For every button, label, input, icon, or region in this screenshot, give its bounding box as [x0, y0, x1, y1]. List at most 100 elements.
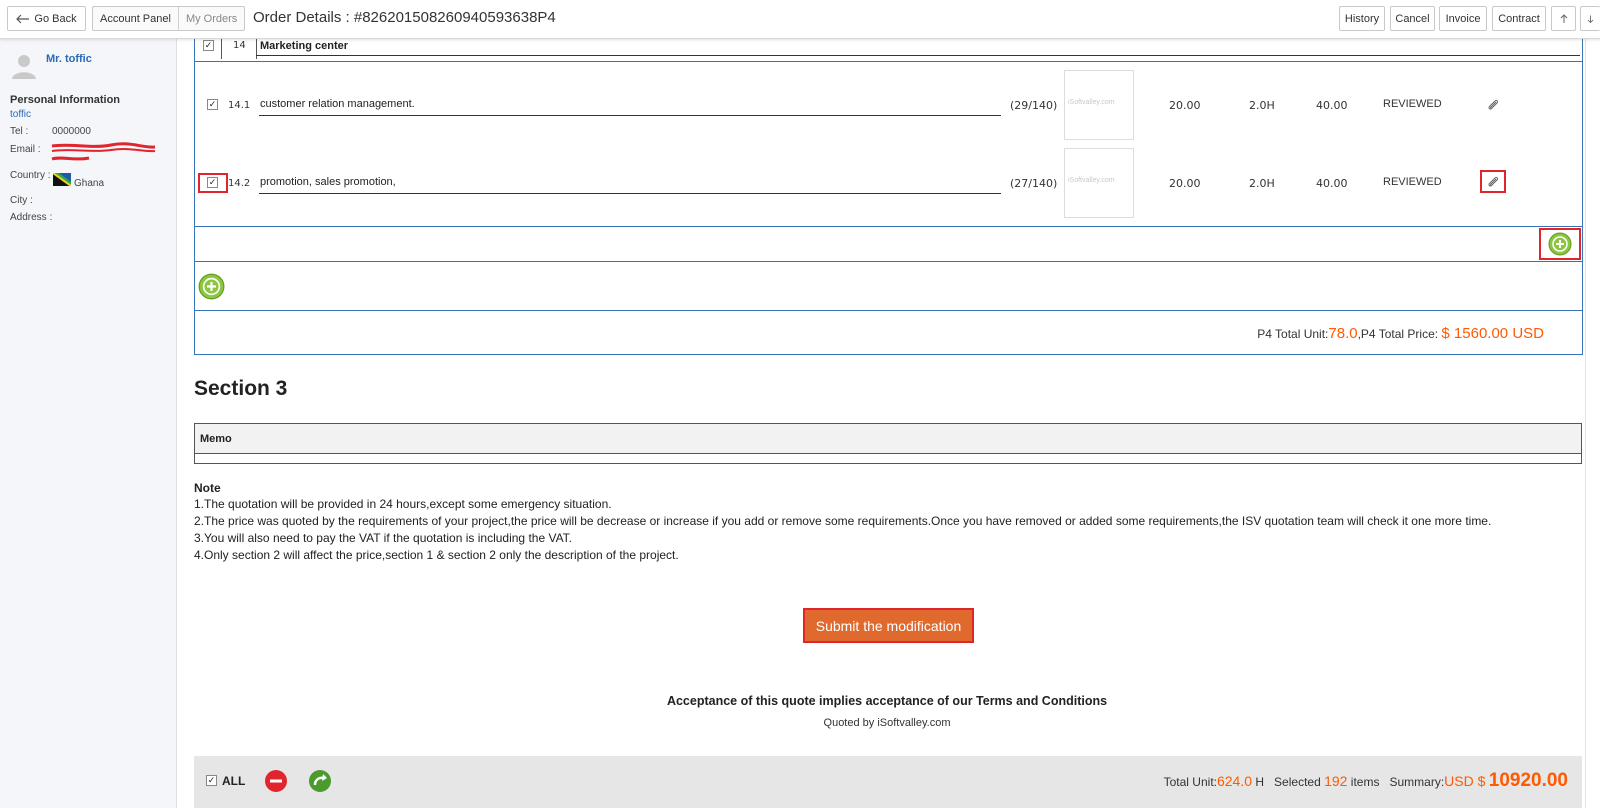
- status-badge: REVIEWED: [1383, 98, 1442, 110]
- email-label: Email :: [10, 144, 41, 155]
- p4-totals: P4 Total Unit:78.0,P4 Total Price: $ 156…: [1257, 325, 1544, 342]
- selected-value: 192: [1324, 773, 1348, 789]
- note-line: 3.You will also need to pay the VAT if t…: [194, 531, 573, 545]
- bottom-summary-bar: ✓ ALL Total Unit:624.0 H Selected 192 it…: [194, 756, 1582, 808]
- divider: [195, 226, 1583, 227]
- item-description-field[interactable]: promotion, sales promotion,: [260, 176, 396, 188]
- paperclip-icon[interactable]: [1486, 175, 1500, 189]
- summary-currency: USD $: [1444, 773, 1486, 789]
- contract-button[interactable]: Contract: [1492, 6, 1546, 31]
- breadcrumb: Account Panel My Orders: [92, 6, 246, 31]
- p4-total-unit-label: P4 Total Unit:: [1257, 327, 1329, 341]
- page-title-prefix: Order Details :: [253, 9, 354, 26]
- user-name-link[interactable]: Mr. toffic: [46, 53, 92, 65]
- note-line: 4.Only section 2 will affect the price,s…: [194, 548, 679, 562]
- tel-value: 0000000: [52, 126, 91, 137]
- summary-label: Summary:: [1389, 775, 1445, 789]
- go-back-label: Go Back: [34, 12, 77, 25]
- top-toolbar: Go Back Account Panel My Orders Order De…: [0, 0, 1600, 39]
- memo-header: Memo: [194, 423, 1582, 454]
- user-sidebar: Mr. toffic Personal Information toffic T…: [0, 39, 177, 808]
- amount: 40.00: [1316, 177, 1348, 190]
- hours: 2.0H: [1249, 177, 1275, 190]
- p4-requirements-table: [194, 39, 1583, 355]
- personal-info-title: Personal Information: [10, 94, 121, 106]
- submit-modification-button[interactable]: Submit the modification: [803, 608, 974, 643]
- item-image-thumbnail[interactable]: iSoftvalley.com: [1064, 70, 1134, 140]
- cancel-button[interactable]: Cancel: [1390, 6, 1435, 31]
- divider: [256, 39, 257, 59]
- breadcrumb-account-panel[interactable]: Account Panel: [93, 7, 179, 30]
- divider: [259, 193, 1001, 194]
- item-14-2-checkbox[interactable]: ✓: [207, 177, 218, 188]
- tel-label: Tel :: [10, 126, 29, 137]
- redo-icon[interactable]: [308, 769, 332, 793]
- order-id: #826201508260940593638P4: [353, 9, 556, 26]
- invoice-button[interactable]: Invoice: [1439, 6, 1487, 31]
- memo-label: Memo: [200, 433, 232, 445]
- go-back-button[interactable]: Go Back: [7, 6, 86, 31]
- note-line: 2.The price was quoted by the requiremen…: [194, 514, 1492, 528]
- item-14-1-checkbox[interactable]: ✓: [207, 99, 218, 110]
- unit-price: 20.00: [1169, 99, 1201, 112]
- arrow-up-icon: [1560, 13, 1567, 23]
- selected-label: Selected: [1274, 775, 1321, 789]
- history-button[interactable]: History: [1339, 6, 1385, 31]
- add-section-icon[interactable]: [198, 273, 225, 300]
- city-label: City :: [10, 195, 33, 206]
- divider: [195, 261, 1583, 262]
- breadcrumb-my-orders[interactable]: My Orders: [179, 7, 244, 30]
- item-image-thumbnail[interactable]: iSoftvalley.com: [1064, 148, 1134, 218]
- avatar: [12, 55, 36, 79]
- total-unit-label: Total Unit:: [1163, 775, 1217, 789]
- select-all-checkbox[interactable]: ✓: [206, 775, 217, 786]
- paperclip-icon[interactable]: [1486, 98, 1500, 112]
- thumb-logo: iSoftvalley.com: [1068, 177, 1115, 184]
- thumb-logo: iSoftvalley.com: [1068, 99, 1115, 106]
- item-number: 14.2: [228, 178, 251, 189]
- items-label: items: [1350, 775, 1380, 789]
- select-all-label: ALL: [222, 774, 246, 788]
- memo-field[interactable]: [194, 454, 1582, 464]
- hours: 2.0H: [1249, 99, 1275, 112]
- page-title: Order Details : #826201508260940593638P4: [253, 9, 556, 26]
- quoted-by-text: Quoted by iSoftvalley.com: [823, 717, 951, 729]
- note-title: Note: [194, 481, 221, 495]
- section-14-checkbox[interactable]: ✓: [203, 40, 214, 51]
- amount: 40.00: [1316, 99, 1348, 112]
- divider: [195, 61, 1583, 62]
- arrow-down-icon: [1587, 15, 1594, 23]
- char-count: (27/140): [1010, 177, 1058, 190]
- personal-info-name[interactable]: toffic: [10, 109, 31, 120]
- section-number: 14: [233, 40, 246, 51]
- add-item-icon[interactable]: [1548, 232, 1572, 256]
- unit-price: 20.00: [1169, 177, 1201, 190]
- scroll-up-button[interactable]: [1551, 6, 1576, 31]
- summary-value: 10920.00: [1488, 770, 1568, 791]
- p4-total-price-label: ,P4 Total Price:: [1357, 327, 1439, 341]
- country-label: Country :: [10, 170, 51, 181]
- divider: [195, 310, 1583, 311]
- order-summary: Total Unit:624.0 H Selected 192 items Su…: [1164, 770, 1568, 792]
- remove-icon[interactable]: [264, 769, 288, 793]
- item-description-field[interactable]: customer relation management.: [260, 98, 415, 110]
- terms-acceptance-text: Acceptance of this quote implies accepta…: [666, 694, 1108, 708]
- p4-total-price-value: $ 1560.00 USD: [1441, 325, 1544, 342]
- divider: [221, 39, 222, 59]
- redacted-email: [51, 142, 156, 161]
- unit-suffix: H: [1252, 775, 1265, 789]
- arrow-left-icon: [16, 14, 30, 23]
- note-line: 1.The quotation will be provided in 24 h…: [194, 497, 612, 511]
- total-unit-value: 624.0: [1216, 773, 1253, 789]
- status-badge: REVIEWED: [1383, 176, 1442, 188]
- country-value: Ghana: [74, 178, 105, 189]
- section-3-title: Section 3: [194, 377, 288, 400]
- ghana-flag-icon: [53, 173, 71, 186]
- p4-total-unit-value: 78.0: [1328, 325, 1358, 342]
- char-count: (29/140): [1010, 99, 1058, 112]
- item-number: 14.1: [228, 100, 251, 111]
- address-label: Address :: [10, 212, 53, 223]
- section-name: Marketing center: [260, 40, 349, 52]
- divider: [256, 55, 1580, 56]
- scroll-down-button[interactable]: [1580, 6, 1600, 31]
